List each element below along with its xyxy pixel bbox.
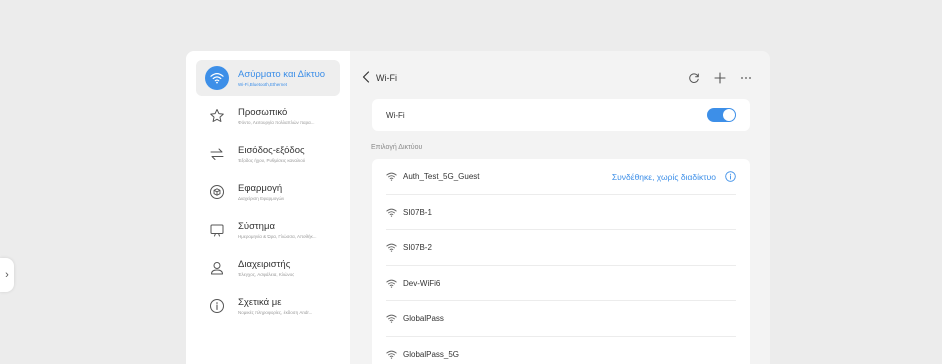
sidebar-item-title: Σχετικά με xyxy=(238,296,282,308)
chevron-right-icon: › xyxy=(5,269,9,281)
network-row[interactable]: GlobalPass xyxy=(372,301,750,337)
network-row[interactable]: SI07B-1 xyxy=(372,195,750,231)
sidebar-item-title: Διαχειριστής xyxy=(238,258,291,270)
network-name: SI07B-2 xyxy=(403,243,432,253)
network-name: GlobalPass_5G xyxy=(403,349,460,359)
user-icon xyxy=(205,256,229,280)
wifi-signal-icon xyxy=(386,208,397,217)
wifi-toggle-switch[interactable] xyxy=(707,108,736,122)
sidebar-item-subtitle: Διαχείριση Εφαρμογών xyxy=(238,195,285,201)
sidebar-item-input-output[interactable]: Εισόδος-εξόδος Έξοδος ήχου, Ρυθμίσεις κα… xyxy=(196,136,340,172)
sidebar-item-personal[interactable]: Προσωπικό Φόντο, Λειτουργία πολλαπλών πα… xyxy=(196,98,340,134)
wifi-signal-icon xyxy=(386,350,397,359)
swap-arrows-icon xyxy=(205,142,229,166)
wifi-toggle-label: Wi-Fi xyxy=(386,110,405,120)
wifi-settings-content: Wi-Fi Wi-Fi Επιλογή Δικτύου Auth_Test_5G… xyxy=(362,51,770,364)
monitor-icon xyxy=(205,218,229,242)
network-row[interactable]: SI07B-2 xyxy=(372,230,750,266)
network-row[interactable]: Auth_Test_5G_Guest Συνδέθηκε, χωρίς διαδ… xyxy=(372,159,750,195)
sidebar-item-title: Προσωπικό xyxy=(238,106,288,118)
network-name: SI07B-1 xyxy=(403,207,432,217)
page-title: Wi-Fi xyxy=(376,73,397,83)
sidebar-item-wireless-network[interactable]: Ασύρματο και Δίκτυο Wi-Fi,Bluetooth,Ethe… xyxy=(196,60,340,96)
sidebar-item-title: Εφαρμογή xyxy=(238,182,283,194)
network-section-label: Επιλογή Δικτύου xyxy=(371,144,423,151)
sidebar-item-subtitle: Έξοδος ήχου, Ρυθμίσεις καναλιού xyxy=(238,157,306,163)
wifi-icon xyxy=(205,66,229,90)
more-icon[interactable] xyxy=(740,72,752,84)
chevron-left-icon xyxy=(362,70,370,86)
network-name: GlobalPass xyxy=(403,314,444,324)
info-icon xyxy=(205,294,229,318)
plus-icon[interactable] xyxy=(714,72,726,84)
info-icon[interactable] xyxy=(725,171,736,182)
sidebar-item-subtitle: Wi-Fi,Bluetooth,Ethernet xyxy=(238,81,288,87)
wifi-signal-icon xyxy=(386,279,397,288)
wifi-signal-icon xyxy=(386,172,397,181)
network-row[interactable]: Dev-WiFi6 xyxy=(372,266,750,302)
network-name: Auth_Test_5G_Guest xyxy=(403,172,480,182)
sidebar-item-subtitle: Έλεγχος, Ασφάλεια, Κλώνος xyxy=(238,271,295,277)
content-header: Wi-Fi xyxy=(362,66,752,90)
toggle-knob xyxy=(723,109,735,121)
settings-panel: Ασύρματο και Δίκτυο Wi-Fi,Bluetooth,Ethe… xyxy=(186,51,770,364)
network-name: Dev-WiFi6 xyxy=(403,278,441,288)
sidebar-item-title: Εισόδος-εξόδος xyxy=(238,144,305,156)
network-list: Auth_Test_5G_Guest Συνδέθηκε, χωρίς διαδ… xyxy=(372,159,750,364)
wifi-toggle-row: Wi-Fi xyxy=(372,99,750,131)
sidebar-item-subtitle: Ημερομηνία & Ώρα, Γλώσσα, Αποθήκ... xyxy=(238,233,317,239)
sidebar-item-title: Σύστημα xyxy=(238,220,275,232)
sidebar-item-about[interactable]: Σχετικά με Νομικές πληροφορίες, έκδοση A… xyxy=(196,288,340,324)
back-button[interactable]: Wi-Fi xyxy=(362,70,397,86)
network-row[interactable]: GlobalPass_5G xyxy=(372,337,750,364)
cube-icon xyxy=(205,180,229,204)
edge-expand-tab[interactable]: › xyxy=(0,258,14,292)
settings-sidebar: Ασύρματο και Δίκτυο Wi-Fi,Bluetooth,Ethe… xyxy=(186,51,350,364)
sidebar-item-application[interactable]: Εφαρμογή Διαχείριση Εφαρμογών xyxy=(196,174,340,210)
network-status: Συνδέθηκε, χωρίς διαδίκτυο xyxy=(611,171,716,182)
sidebar-item-subtitle: Νομικές πληροφορίες, έκδοση Andr... xyxy=(238,309,313,315)
refresh-icon[interactable] xyxy=(688,72,700,84)
wifi-signal-icon xyxy=(386,314,397,323)
sidebar-item-system[interactable]: Σύστημα Ημερομηνία & Ώρα, Γλώσσα, Αποθήκ… xyxy=(196,212,340,248)
wifi-signal-icon xyxy=(386,243,397,252)
star-icon xyxy=(205,104,229,128)
header-actions xyxy=(688,66,752,90)
sidebar-item-title: Ασύρματο και Δίκτυο xyxy=(238,68,326,80)
sidebar-item-administrator[interactable]: Διαχειριστής Έλεγχος, Ασφάλεια, Κλώνος xyxy=(196,250,340,286)
sidebar-item-subtitle: Φόντο, Λειτουργία πολλαπλών παρα... xyxy=(238,119,315,125)
